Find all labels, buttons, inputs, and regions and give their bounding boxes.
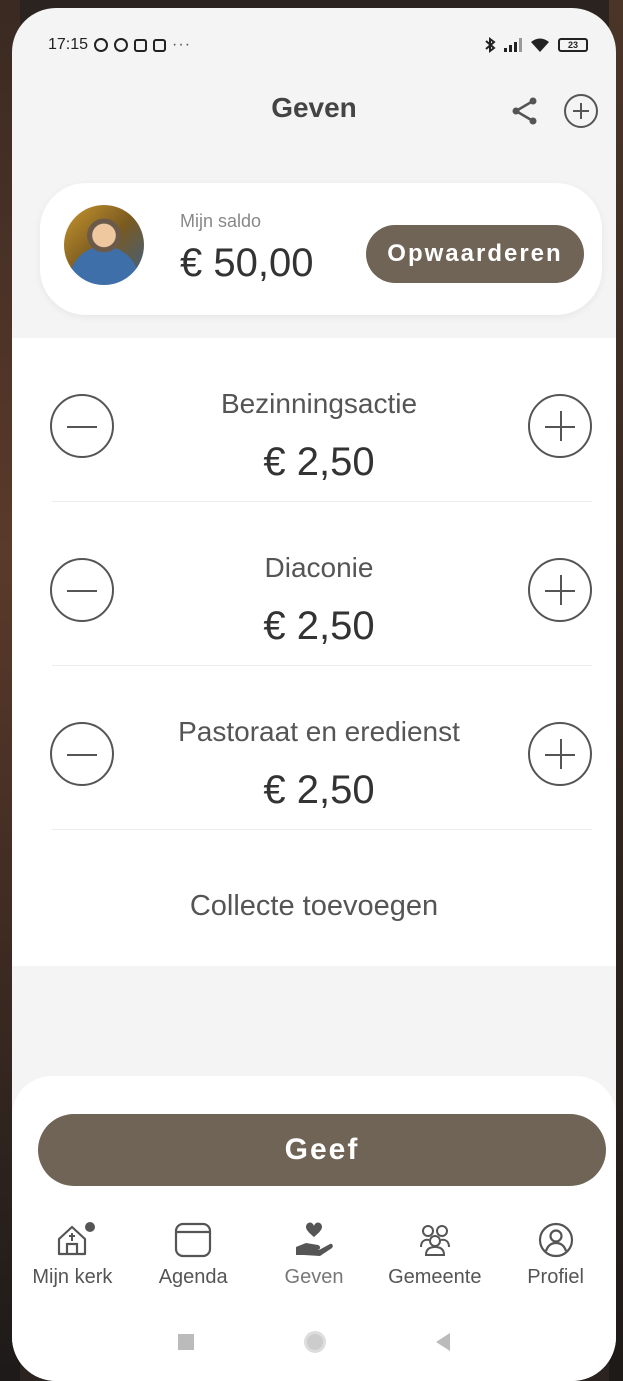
calendar-icon xyxy=(174,1218,212,1262)
collection-name: Pastoraat en eredienst xyxy=(178,716,460,747)
collection-amount: € 2,50 xyxy=(263,440,375,484)
community-icon xyxy=(415,1218,455,1262)
status-right: 23 xyxy=(484,37,588,53)
plus-icon-v xyxy=(560,739,562,769)
list-item: Pastoraat en eredienst € 2,50 xyxy=(12,666,616,830)
minus-icon xyxy=(67,754,97,756)
collection-name: Diaconie xyxy=(264,552,374,583)
nav-label: Mijn kerk xyxy=(32,1266,113,1288)
instagram-icon xyxy=(134,38,148,52)
balance-value: € 50,00 xyxy=(180,241,314,285)
add-collection-link[interactable]: Collecte toevoegen xyxy=(12,890,616,923)
add-icon[interactable] xyxy=(564,94,598,128)
decrease-button[interactable] xyxy=(50,722,114,786)
battery-icon: 23 xyxy=(558,38,588,52)
recents-icon[interactable] xyxy=(178,1334,194,1350)
nav-label: Gemeente xyxy=(388,1266,482,1288)
wifi-icon xyxy=(531,38,549,52)
collection-name: Bezinningsactie xyxy=(220,388,418,419)
increase-button[interactable] xyxy=(528,722,592,786)
more-notifications-icon: ··· xyxy=(172,36,192,53)
topup-button[interactable]: Opwaarderen xyxy=(366,225,584,283)
share-icon[interactable] xyxy=(510,96,540,126)
decrease-button[interactable] xyxy=(50,558,114,622)
give-button[interactable]: Geef xyxy=(38,1114,606,1186)
plus-icon-v xyxy=(560,575,562,605)
notification-dot xyxy=(85,1222,96,1232)
nav-item-profiel[interactable]: Profiel xyxy=(497,1218,615,1304)
list-item: Bezinningsactie € 2,50 xyxy=(12,338,616,502)
decrease-button[interactable] xyxy=(50,394,114,458)
nav-item-mijn-kerk[interactable]: Mijn kerk xyxy=(13,1218,131,1304)
plus-icon-v xyxy=(560,411,562,441)
back-icon[interactable] xyxy=(436,1333,450,1351)
nav-item-agenda[interactable]: Agenda xyxy=(134,1218,252,1304)
give-hand-heart-icon xyxy=(294,1218,334,1262)
bottom-nav: Mijn kerk Agenda Geven Gemeente Profiel xyxy=(12,1218,616,1304)
nav-item-geven[interactable]: Geven xyxy=(255,1218,373,1304)
header: Geven xyxy=(12,78,616,138)
bottom-sheet: Geef Mijn kerk Agenda Geven Gemeente Pro… xyxy=(12,1076,616,1381)
increase-button[interactable] xyxy=(528,558,592,622)
phone-screen: 17:15 ··· 23 Geven Mijn saldo € 50,00 Op… xyxy=(12,8,616,1381)
status-time: 17:15 xyxy=(48,36,89,53)
signal-icon xyxy=(504,38,522,52)
church-home-icon xyxy=(55,1218,96,1262)
collection-amount: € 2,50 xyxy=(263,768,375,812)
nav-label: Agenda xyxy=(158,1266,228,1288)
collection-amount: € 2,50 xyxy=(263,604,375,648)
nav-item-gemeente[interactable]: Gemeente xyxy=(376,1218,494,1304)
nav-label: Geven xyxy=(284,1266,344,1288)
increase-button[interactable] xyxy=(528,394,592,458)
minus-icon xyxy=(67,426,97,428)
minus-icon xyxy=(67,590,97,592)
list-item: Diaconie € 2,50 xyxy=(12,502,616,666)
balance-label: Mijn saldo xyxy=(180,211,262,231)
balance-card: Mijn saldo € 50,00 Opwaarderen xyxy=(40,183,602,315)
collections-list: Bezinningsactie € 2,50 Diaconie € 2,50 P… xyxy=(12,338,616,966)
alarm-icon xyxy=(94,38,109,52)
plus-glyph xyxy=(573,103,589,119)
bluetooth-icon xyxy=(485,37,496,53)
profile-icon xyxy=(537,1218,575,1262)
instagram-icon-2 xyxy=(153,38,167,52)
system-navigation xyxy=(12,1322,616,1362)
avatar xyxy=(64,205,144,285)
nav-label: Profiel xyxy=(527,1266,584,1288)
status-bar: 17:15 ··· 23 xyxy=(48,32,588,58)
facebook-icon xyxy=(114,38,129,52)
divider xyxy=(52,829,592,830)
home-icon[interactable] xyxy=(304,1331,326,1353)
status-left: 17:15 ··· xyxy=(48,36,191,54)
